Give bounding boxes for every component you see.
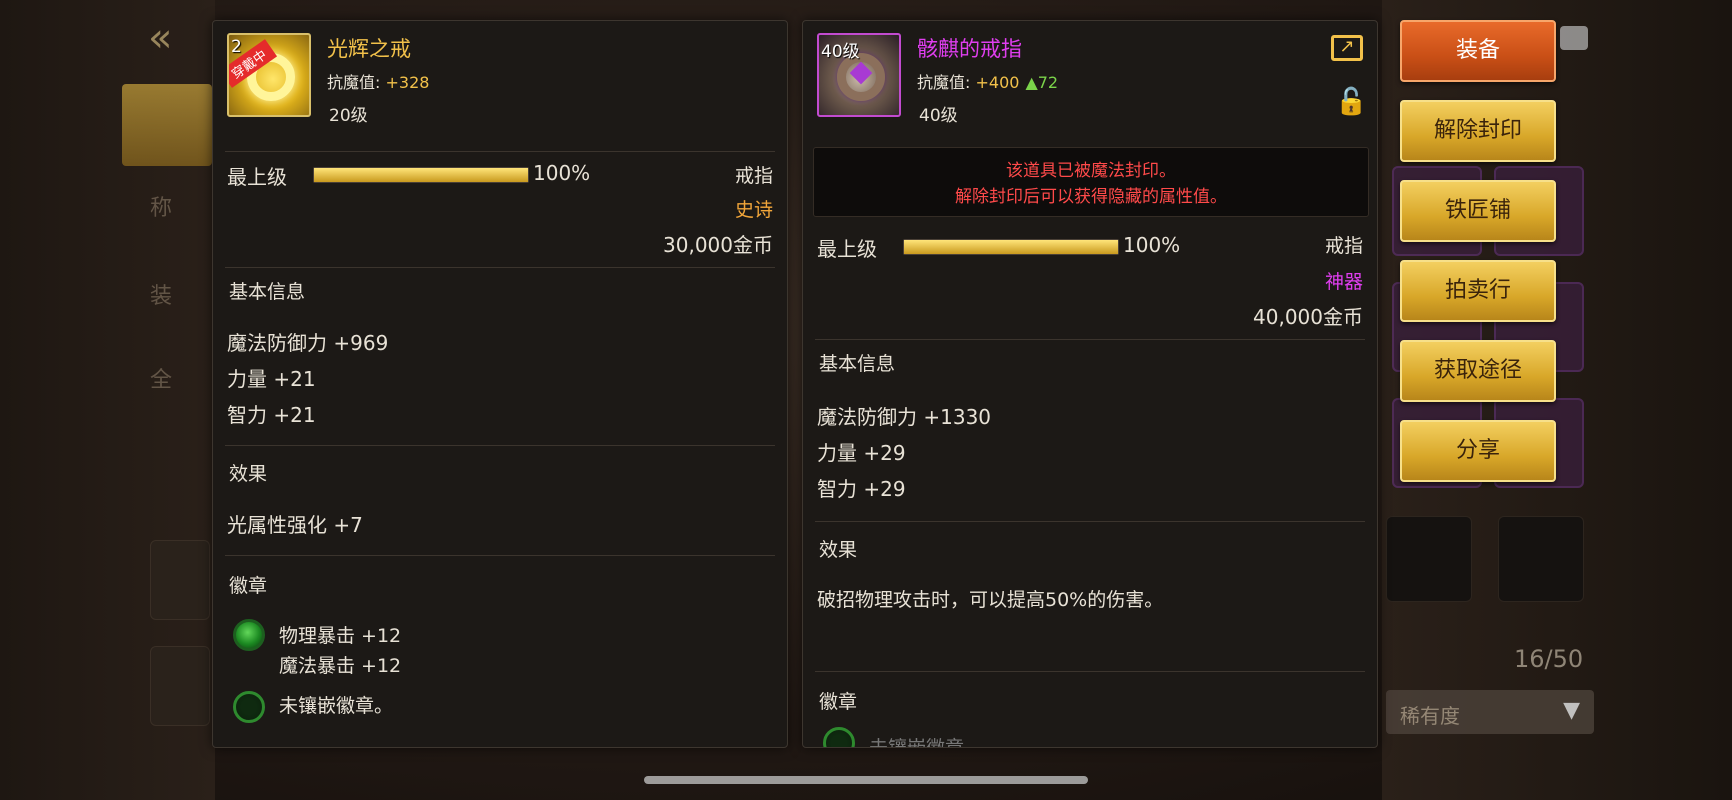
effect-title: 效果 xyxy=(819,539,858,561)
grade-label: 最上级 xyxy=(817,237,877,261)
background-side-item: 全 xyxy=(150,368,173,393)
basic-stat: 智力 +29 xyxy=(817,477,906,501)
empty-inventory-slot[interactable] xyxy=(1386,516,1472,602)
effect-title: 效果 xyxy=(229,463,268,485)
background-side-item: 装 xyxy=(150,284,173,309)
slot-type: 戒指 xyxy=(734,165,773,187)
grade-percent: 100% xyxy=(1123,233,1181,257)
home-indicator[interactable] xyxy=(644,776,1088,784)
background-thumbnail xyxy=(150,540,210,620)
emblem-empty-text: 未镶嵌徽章。 xyxy=(279,695,394,717)
divider xyxy=(815,521,1365,522)
item-level: 40级 xyxy=(919,106,958,126)
inventory-count: 16/50 xyxy=(1514,645,1584,673)
emblem-filled-icon xyxy=(233,619,265,651)
divider xyxy=(815,671,1365,672)
sort-dropdown[interactable]: 稀有度 ▼ xyxy=(1386,690,1594,734)
chat-icon[interactable] xyxy=(1560,26,1588,50)
grade-progress-fill xyxy=(314,168,528,182)
share-button[interactable]: 分享 xyxy=(1400,420,1556,482)
rarity-label: 史诗 xyxy=(734,199,773,221)
emblem-empty-text: 未镶嵌徽章。 xyxy=(869,737,984,748)
chevron-down-icon: ▼ xyxy=(1563,698,1580,723)
stat-label: 抗魔值: xyxy=(917,73,971,92)
divider xyxy=(815,339,1365,340)
unseal-button[interactable]: 解除封印 xyxy=(1400,100,1556,162)
emblem-title: 徽章 xyxy=(819,691,858,713)
divider xyxy=(225,151,775,152)
basic-info-title: 基本信息 xyxy=(819,353,896,375)
grade-progress-fill xyxy=(904,240,1118,254)
basic-stat: 力量 +21 xyxy=(227,367,316,391)
slot-type: 戒指 xyxy=(1324,235,1363,257)
sell-price: 30,000金币 xyxy=(663,233,773,257)
emblem-stat: 物理暴击 +12 xyxy=(279,625,402,647)
emblem-empty-icon xyxy=(233,691,265,723)
share-icon[interactable]: ↗ xyxy=(1331,35,1363,61)
basic-stat: 魔法防御力 +1330 xyxy=(817,405,992,429)
item-level-tag: 2 xyxy=(231,37,242,57)
item-icon-skeleton-qilin-ring: 40级 xyxy=(817,33,901,117)
background-thumbnail xyxy=(150,646,210,726)
item-level: 20级 xyxy=(329,106,368,126)
grade-progress-bar xyxy=(313,167,529,183)
acquisition-button[interactable]: 获取途径 xyxy=(1400,340,1556,402)
unlock-icon[interactable]: 🔓 xyxy=(1335,87,1367,121)
grade-progress-bar xyxy=(903,239,1119,255)
item-level-tag: 40级 xyxy=(821,42,860,62)
stat-increase: ▲72 xyxy=(1025,73,1059,92)
basic-stat: 智力 +21 xyxy=(227,403,316,427)
sell-price: 40,000金币 xyxy=(1253,305,1363,329)
emblem-stat: 魔法暴击 +12 xyxy=(279,655,402,677)
rarity-label: 神器 xyxy=(1324,271,1363,293)
basic-stat: 魔法防御力 +969 xyxy=(227,331,389,355)
item-name: 骸麒的戒指 xyxy=(917,37,1022,61)
effect-line: 破招物理攻击时，可以提高50%的伤害。 xyxy=(817,589,1164,611)
emblem-empty-icon xyxy=(823,727,855,747)
anti-magic-stat: 抗魔值: +400 ▲72 xyxy=(917,69,1058,93)
stat-label: 抗魔值: xyxy=(327,73,381,92)
sort-dropdown-label: 稀有度 xyxy=(1400,704,1460,728)
background-side-item: 称 xyxy=(150,196,173,221)
compared-item-tooltip: 40级 骸麒的戒指 抗魔值: +400 ▲72 40级 ↗ 🔓 该道具已被魔法封印… xyxy=(802,20,1378,748)
equip-button[interactable]: 装备 xyxy=(1400,20,1556,82)
divider xyxy=(225,445,775,446)
basic-info-title: 基本信息 xyxy=(229,281,306,303)
stat-value: +400 xyxy=(970,73,1020,92)
effect-line: 光属性强化 +7 xyxy=(227,513,363,537)
grade-percent: 100% xyxy=(533,161,591,185)
emblem-title: 徽章 xyxy=(229,575,268,597)
divider xyxy=(225,267,775,268)
basic-stat: 力量 +29 xyxy=(817,441,906,465)
seal-notice: 该道具已被魔法封印。 解除封印后可以获得隐藏的属性值。 xyxy=(813,147,1369,217)
grade-label: 最上级 xyxy=(227,165,287,189)
seal-notice-line: 该道具已被魔法封印。 xyxy=(1006,161,1176,181)
empty-inventory-slot[interactable] xyxy=(1498,516,1584,602)
background-side-tab xyxy=(122,84,212,166)
item-icon-ring-of-radiance: 2 穿戴中 xyxy=(227,33,311,117)
stat-value: +328 xyxy=(380,73,430,92)
blacksmith-button[interactable]: 铁匠铺 xyxy=(1400,180,1556,242)
back-arrow-icon[interactable]: « xyxy=(148,18,192,58)
auction-house-button[interactable]: 拍卖行 xyxy=(1400,260,1556,322)
seal-notice-line: 解除封印后可以获得隐藏的属性值。 xyxy=(955,187,1227,207)
item-name: 光辉之戒 xyxy=(327,37,411,61)
equipped-item-tooltip: 2 穿戴中 光辉之戒 抗魔值: +328 20级 最上级 100% 戒指 史诗 … xyxy=(212,20,788,748)
divider xyxy=(225,555,775,556)
anti-magic-stat: 抗魔值: +328 xyxy=(327,69,429,93)
